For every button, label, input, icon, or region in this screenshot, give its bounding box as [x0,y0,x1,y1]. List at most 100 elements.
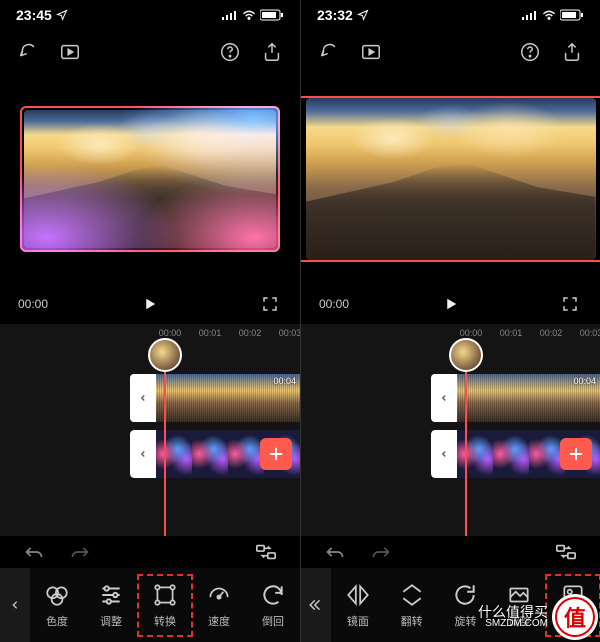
transport-row: 00:00 [0,284,300,324]
tool-transform[interactable]: 转换 [141,578,189,633]
ruler-tick: 00:00 [150,328,190,338]
ruler-tick: 00:02 [531,328,571,338]
wifi-icon [542,10,556,20]
wifi-icon [242,10,256,20]
add-clip-button[interactable] [560,438,592,470]
clip-duration: 00:04 [573,376,596,386]
mirror-icon [345,582,371,608]
preview-image [306,98,596,260]
ruler-tick: 00:03 [571,328,600,338]
back-icon[interactable] [16,40,40,64]
status-bar: 23:45 [0,0,300,30]
help-icon[interactable] [218,40,242,64]
clip-trim-handle[interactable] [431,374,457,422]
phone-left: 23:45 [0,0,300,642]
ruler-tick: 00:01 [190,328,230,338]
tool-reverse[interactable]: 倒回 [249,578,297,633]
tool-label: 填充 [562,613,584,629]
tool-adjust[interactable]: 调整 [87,578,135,633]
share-icon[interactable] [560,40,584,64]
bottom-toolbar: 色度 调整转换 速度 倒回 [0,568,300,642]
location-icon [56,9,68,21]
play-button[interactable] [138,292,162,316]
undo-row [0,536,300,568]
reverse-icon [260,582,286,608]
reorder-button[interactable] [554,540,578,564]
preview-icon[interactable] [58,40,82,64]
flip-icon [399,582,425,608]
status-bar: 23:32 [301,0,600,30]
playhead-line [164,370,166,536]
back-icon[interactable] [317,40,341,64]
tool-label: 旋转 [454,613,476,629]
adjust-icon [98,582,124,608]
video-track[interactable]: 00:04 [130,374,300,422]
redo-button[interactable] [369,540,393,564]
tool-rotate[interactable]: 旋转 [441,578,489,633]
clip-trim-handle[interactable] [431,430,457,478]
clip-duration: 00:04 [273,376,296,386]
tool-label: 速度 [208,613,230,629]
status-time: 23:32 [317,7,353,23]
share-icon[interactable] [260,40,284,64]
undo-button[interactable] [22,540,46,564]
transform-icon [152,582,178,608]
preview-area[interactable] [301,74,600,284]
clip-selection-frame[interactable] [20,106,280,252]
tool-label: 调整 [508,613,530,629]
signal-icon [522,10,538,20]
clip-trim-handle[interactable] [130,374,156,422]
battery-icon [260,9,284,21]
add-clip-button[interactable] [260,438,292,470]
playhead-line [465,370,467,536]
tool-label: 色度 [46,613,68,629]
guide-line-bottom [301,260,600,262]
toolbar-back-button[interactable] [301,568,331,642]
ruler-tick: 00:01 [491,328,531,338]
rotate-icon [452,582,478,608]
tool-adjust2[interactable]: 调整 [495,578,543,633]
redo-button[interactable] [68,540,92,564]
tool-label: 转换 [154,613,176,629]
current-time: 00:00 [18,297,48,311]
fullscreen-button[interactable] [558,292,582,316]
preview-image [24,110,276,248]
tool-label: 倒回 [262,613,284,629]
tool-flip[interactable]: 翻转 [388,578,436,633]
timeline[interactable]: 00:00 00:01 00:02 00:03 00:04 [301,324,600,536]
undo-row [301,536,600,568]
tool-label: 翻转 [401,613,423,629]
phone-right: 23:32 [300,0,600,642]
fullscreen-button[interactable] [258,292,282,316]
ruler-tick: 00:03 [270,328,300,338]
time-ruler: 00:00 00:01 00:02 00:03 [301,324,600,342]
undo-button[interactable] [323,540,347,564]
top-toolbar [301,30,600,74]
preview-area[interactable] [0,74,300,284]
help-icon[interactable] [518,40,542,64]
timeline[interactable]: 00:00 00:01 00:02 00:03 00:04 [0,324,300,536]
adjust2-icon [506,582,532,608]
tool-mirror[interactable]: 镜面 [334,578,382,633]
play-button[interactable] [439,292,463,316]
status-time: 23:45 [16,7,52,23]
clip-trim-handle[interactable] [130,430,156,478]
color-icon [44,582,70,608]
ruler-tick: 00:00 [451,328,491,338]
preview-icon[interactable] [359,40,383,64]
tool-fill[interactable]: 填充 [549,578,597,633]
playhead-knob[interactable] [449,338,483,372]
time-ruler: 00:00 00:01 00:02 00:03 [0,324,300,342]
playhead-knob[interactable] [148,338,182,372]
transport-row: 00:00 [301,284,600,324]
signal-icon [222,10,238,20]
video-track[interactable]: 00:04 [431,374,600,422]
reorder-button[interactable] [254,540,278,564]
tool-speed[interactable]: 速度 [195,578,243,633]
fill-icon [560,582,586,608]
location-icon [357,9,369,21]
preview-image-frame[interactable] [306,98,596,260]
tool-color[interactable]: 色度 [33,578,81,633]
toolbar-back-button[interactable] [0,568,30,642]
speed-icon [206,582,232,608]
